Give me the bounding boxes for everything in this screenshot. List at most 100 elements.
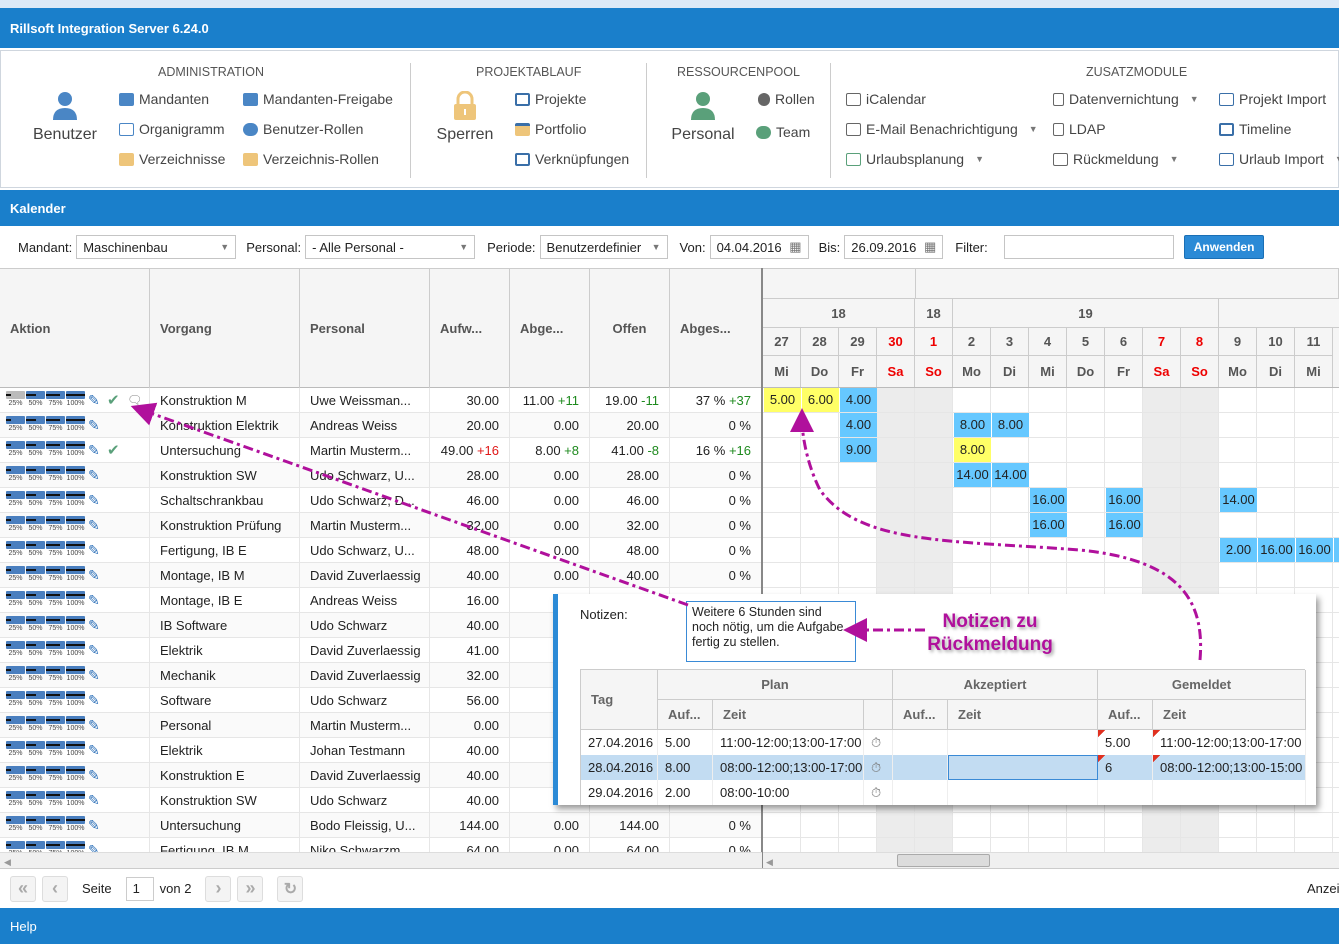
scroll-left-icon[interactable]: ◀ [4,857,11,867]
mandanten-freigabe-button[interactable]: Mandanten-Freigabe [243,91,393,107]
edit-icon[interactable]: ✎ [88,538,100,563]
progress-50-button[interactable]: 50% [26,441,45,458]
edit-icon[interactable]: ✎ [88,563,100,588]
progress-50-button[interactable]: 50% [26,391,45,408]
gem_auf-cell[interactable]: 6 [1098,755,1153,780]
portfolio-button[interactable]: Portfolio [515,121,586,137]
edit-icon[interactable]: ✎ [88,738,100,763]
calendar-entry[interactable]: 8.00 [954,413,991,437]
table-row[interactable]: 25% 50% 75% 100% ✎ Fertigung, IB E Udo Schwarz… [0,538,762,563]
gem_zeit-cell[interactable]: 11:00-12:00;13:00-17:00 [1153,730,1306,755]
scroll-left-icon[interactable]: ◀ [766,857,773,867]
check-icon[interactable]: ✔ [107,388,120,413]
progress-100-button[interactable]: 100% [66,491,85,508]
progress-75-button[interactable]: 75% [46,741,65,758]
edit-icon[interactable]: ✎ [88,688,100,713]
progress-75-button[interactable]: 75% [46,816,65,833]
progress-100-button[interactable]: 100% [66,666,85,683]
rueckmeldung-button[interactable]: Rückmeldung ▼ [1053,151,1179,167]
progress-100-button[interactable]: 100% [66,416,85,433]
progress-50-button[interactable]: 50% [26,666,45,683]
calendar-entry[interactable]: 4.00 [840,413,877,437]
progress-25-button[interactable]: 25% [6,516,25,533]
progress-25-button[interactable]: 25% [6,416,25,433]
left-horizontal-scrollbar[interactable]: ◀ [0,852,762,868]
verzeichnisse-button[interactable]: Verzeichnisse [119,151,225,167]
calendar-entry[interactable]: 9.00 [840,438,877,462]
prev-page-button[interactable]: ‹ [42,875,68,902]
progress-100-button[interactable]: 100% [66,791,85,808]
progress-75-button[interactable]: 75% [46,516,65,533]
progress-25-button[interactable]: 25% [6,641,25,658]
apply-button[interactable]: Anwenden [1183,235,1265,259]
page-input[interactable]: 1 [125,876,154,901]
progress-75-button[interactable]: 75% [46,491,65,508]
calendar-entry[interactable]: 14.00 [954,463,991,487]
table-row[interactable]: 25% 50% 75% 100% ✎ Konstruktion Prüfung Martin… [0,513,762,538]
akz_zeit-cell[interactable] [948,755,1098,780]
progress-25-button[interactable]: 25% [6,716,25,733]
progress-25-button[interactable]: 25% [6,391,25,408]
benutzer-rollen-button[interactable]: Benutzer-Rollen [243,121,363,137]
progress-50-button[interactable]: 50% [26,466,45,483]
edit-icon[interactable]: ✎ [88,413,100,438]
progress-50-button[interactable]: 50% [26,616,45,633]
progress-50-button[interactable]: 50% [26,541,45,558]
progress-100-button[interactable]: 100% [66,591,85,608]
col-abgeschlossen[interactable]: Abges... [670,269,762,388]
table-row[interactable]: 25% 50% 75% 100% ✎ ✔ 🗨 Konstruktion M Uwe Weissm… [0,388,762,413]
progress-75-button[interactable]: 75% [46,591,65,608]
progress-25-button[interactable]: 25% [6,591,25,608]
progress-75-button[interactable]: 75% [46,416,65,433]
progress-75-button[interactable]: 75% [46,466,65,483]
calendar-entry[interactable]: 2.00 [1220,538,1257,562]
organigramm-button[interactable]: Organigramm [119,121,225,137]
progress-25-button[interactable]: 25% [6,841,25,852]
calendar-entry[interactable]: 16.00 [1106,513,1143,537]
progress-25-button[interactable]: 25% [6,541,25,558]
urlaub-import-button[interactable]: Urlaub Import ▼ [1219,151,1339,167]
stopwatch-icon[interactable]: ⏱ [864,730,893,755]
periode-select[interactable]: Benutzerdefinier ▼ [539,235,668,259]
col-aufwand[interactable]: Aufw... [430,269,510,388]
comment-icon[interactable]: 🗨 [127,388,142,413]
progress-50-button[interactable]: 50% [26,816,45,833]
progress-75-button[interactable]: 75% [46,716,65,733]
progress-50-button[interactable]: 50% [26,766,45,783]
edit-icon[interactable]: ✎ [88,838,100,852]
progress-75-button[interactable]: 75% [46,666,65,683]
projekt-import-button[interactable]: Projekt Import▼ [1219,91,1339,107]
progress-100-button[interactable]: 100% [66,766,85,783]
progress-100-button[interactable]: 100% [66,441,85,458]
calendar-entry[interactable]: 14.00 [1220,488,1257,512]
progress-100-button[interactable]: 100% [66,566,85,583]
progress-100-button[interactable]: 100% [66,516,85,533]
calendar-entry[interactable]: 16.00 [1106,488,1143,512]
table-row[interactable]: 25%50%75%100%✎Fertigung, IB MNiko Schwar… [0,838,762,852]
table-row[interactable]: 25% 50% 75% 100% ✎ Montage, IB M David Zuverla… [0,563,762,588]
edit-icon[interactable]: ✎ [88,713,100,738]
progress-100-button[interactable]: 100% [66,741,85,758]
gem_zeit-cell[interactable]: 08:00-12:00;13:00-15:00 [1153,755,1306,780]
mandanten-button[interactable]: Mandanten [119,91,209,107]
progress-100-button[interactable]: 100% [66,541,85,558]
progress-100-button[interactable]: 100% [66,841,85,852]
progress-25-button[interactable]: 25% [6,441,25,458]
col-personal[interactable]: Personal [300,269,430,388]
edit-icon[interactable]: ✎ [88,788,100,813]
edit-icon[interactable]: ✎ [88,488,100,513]
verzeichnis-rollen-button[interactable]: Verzeichnis-Rollen [243,151,379,167]
progress-25-button[interactable]: 25% [6,616,25,633]
col-vorgang[interactable]: Vorgang [150,269,300,388]
calendar-entry[interactable]: 14.00 [992,463,1029,487]
table-row[interactable]: 25% 50% 75% 100% ✎ Konstruktion SW Udo Schwarz… [0,463,762,488]
edit-icon[interactable]: ✎ [88,438,100,463]
sperren-button[interactable]: Sperren [429,90,501,144]
progress-25-button[interactable]: 25% [6,491,25,508]
edit-icon[interactable]: ✎ [88,638,100,663]
progress-75-button[interactable]: 75% [46,791,65,808]
progress-100-button[interactable]: 100% [66,466,85,483]
calendar-entry[interactable]: 16.00 [1258,538,1295,562]
progress-50-button[interactable]: 50% [26,841,45,852]
progress-75-button[interactable]: 75% [46,391,65,408]
